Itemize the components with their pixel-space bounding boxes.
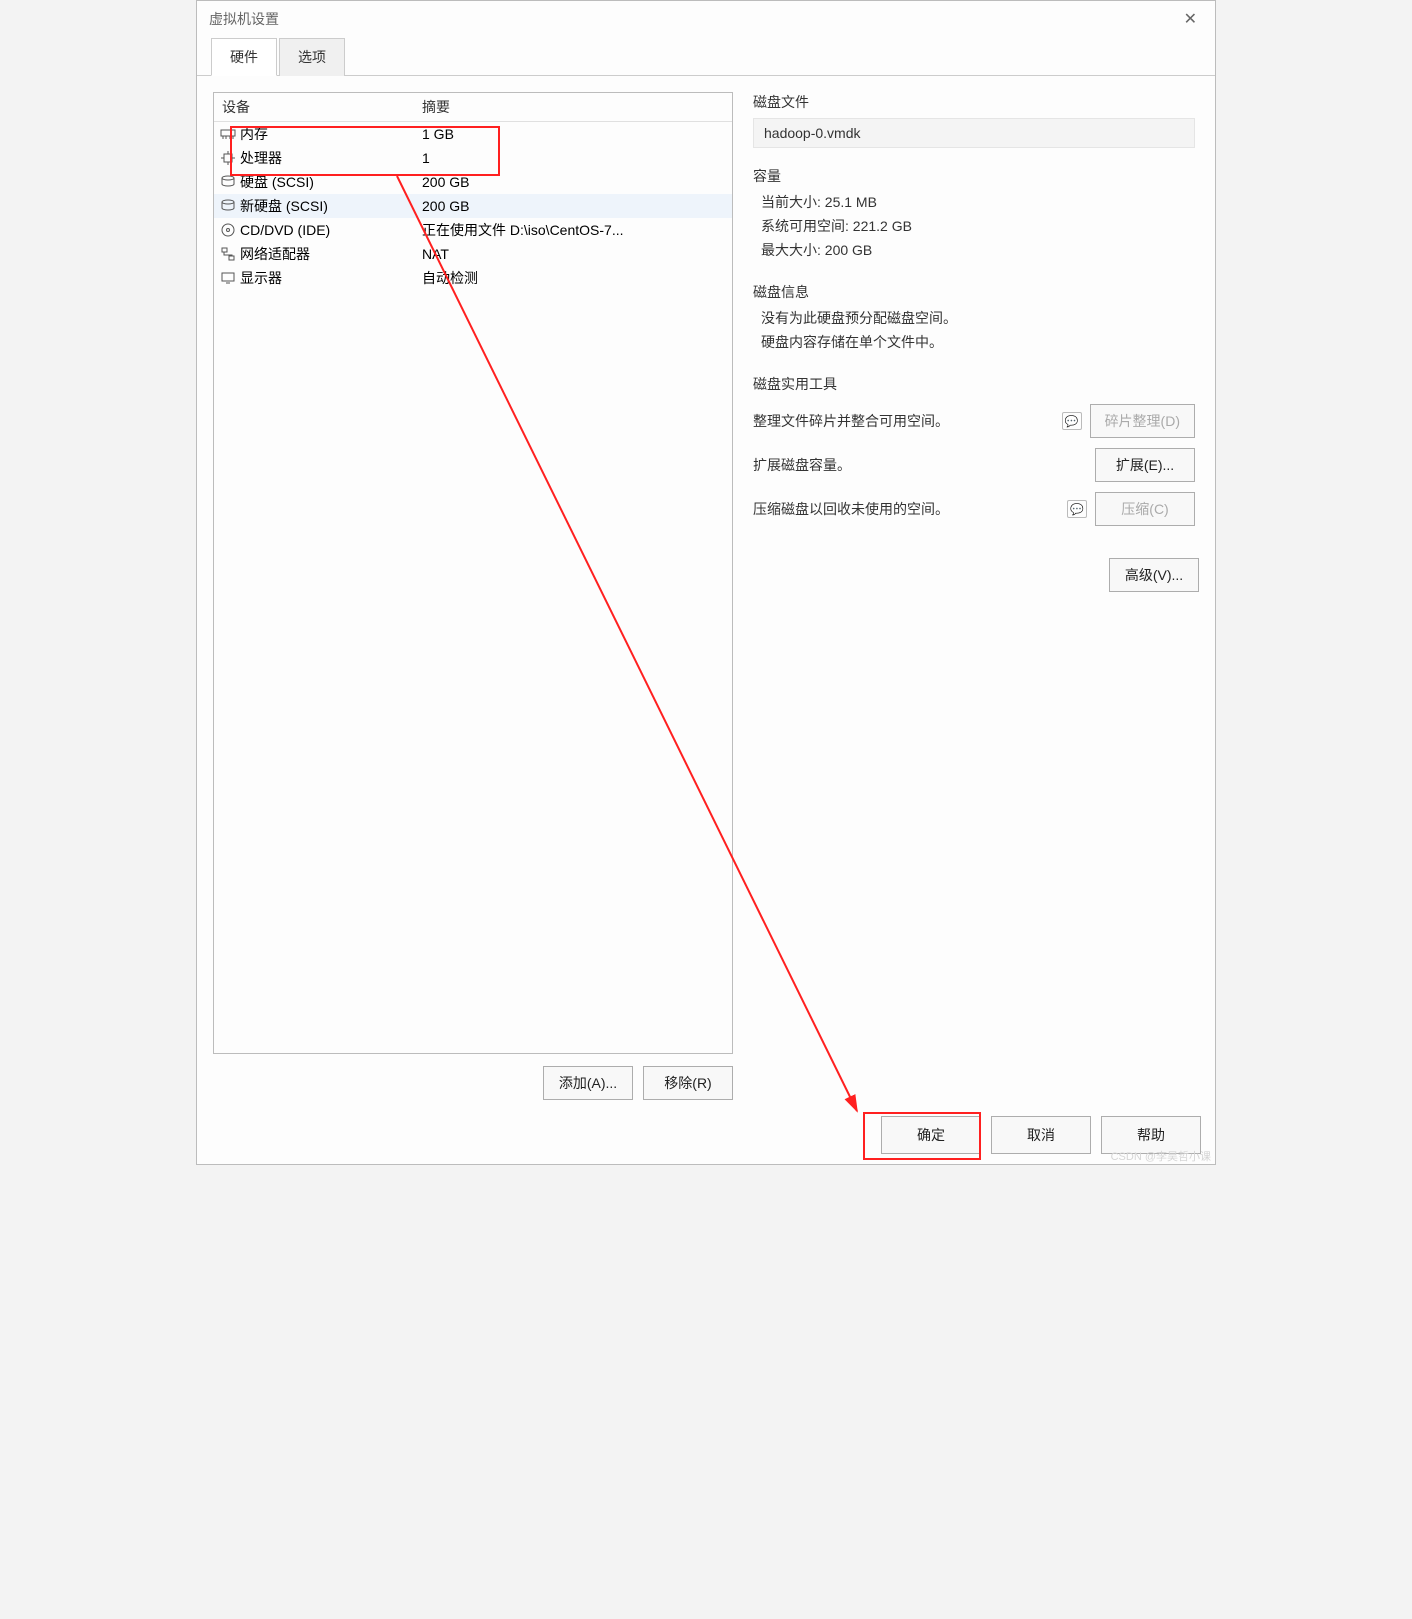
disk-file-group: 磁盘文件 hadoop-0.vmdk xyxy=(749,92,1199,154)
device-label: 内存 xyxy=(240,124,268,144)
display-icon xyxy=(220,270,236,286)
disk-icon xyxy=(220,174,236,190)
tip-icon[interactable]: 💬 xyxy=(1062,412,1082,430)
device-summary: 1 GB xyxy=(414,126,732,142)
cpu-icon xyxy=(220,150,236,166)
compact-row: 压缩磁盘以回收未使用的空间。 💬 压缩(C) xyxy=(753,492,1195,526)
device-summary: 1 xyxy=(414,150,732,166)
expand-row: 扩展磁盘容量。 扩展(E)... xyxy=(753,448,1195,482)
disk-info-label: 磁盘信息 xyxy=(753,282,1195,302)
device-label: 显示器 xyxy=(240,268,282,288)
device-row-cd-dvd[interactable]: CD/DVD (IDE) 正在使用文件 D:\iso\CentOS-7... xyxy=(214,218,732,242)
defrag-desc: 整理文件碎片并整合可用空间。 xyxy=(753,411,1054,431)
title-bar: 虚拟机设置 ✕ xyxy=(197,1,1215,37)
max-size: 最大大小: 200 GB xyxy=(761,240,1195,260)
left-panel: 设备 摘要 内存 1 GB xyxy=(213,92,733,1100)
network-icon xyxy=(220,246,236,262)
tip-icon[interactable]: 💬 xyxy=(1067,500,1087,518)
device-list-header: 设备 摘要 xyxy=(214,93,732,122)
device-row-display[interactable]: 显示器 自动检测 xyxy=(214,266,732,290)
disk-info-line1: 没有为此硬盘预分配磁盘空间。 xyxy=(761,308,1195,328)
disk-tools-label: 磁盘实用工具 xyxy=(753,374,1195,394)
device-label: 处理器 xyxy=(240,148,282,168)
expand-desc: 扩展磁盘容量。 xyxy=(753,455,1087,475)
header-summary: 摘要 xyxy=(414,93,732,121)
tab-options[interactable]: 选项 xyxy=(279,38,345,76)
content-area: 设备 摘要 内存 1 GB xyxy=(197,76,1215,1116)
compact-desc: 压缩磁盘以回收未使用的空间。 xyxy=(753,499,1059,519)
device-list: 设备 摘要 内存 1 GB xyxy=(213,92,733,1054)
device-row-disk-scsi[interactable]: 硬盘 (SCSI) 200 GB xyxy=(214,170,732,194)
capacity-label: 容量 xyxy=(753,166,1195,186)
add-button[interactable]: 添加(A)... xyxy=(543,1066,633,1100)
defrag-button: 碎片整理(D) xyxy=(1090,404,1195,438)
disk-file-label: 磁盘文件 xyxy=(753,92,1195,112)
device-row-cpu[interactable]: 处理器 1 xyxy=(214,146,732,170)
device-row-network[interactable]: 网络适配器 NAT xyxy=(214,242,732,266)
disk-tools-group: 磁盘实用工具 整理文件碎片并整合可用空间。 💬 碎片整理(D) 扩展磁盘容量。 … xyxy=(749,374,1199,542)
device-summary: 自动检测 xyxy=(414,268,732,288)
advanced-row: 高级(V)... xyxy=(749,558,1199,592)
device-label: 硬盘 (SCSI) xyxy=(240,172,314,192)
watermark: CSDN @李昊哲小课 xyxy=(1111,1148,1211,1164)
device-summary: NAT xyxy=(414,246,732,262)
ok-button[interactable]: 确定 xyxy=(881,1116,981,1154)
current-size: 当前大小: 25.1 MB xyxy=(761,192,1195,212)
device-label: CD/DVD (IDE) xyxy=(240,222,330,238)
vm-settings-window: 虚拟机设置 ✕ 硬件 选项 设备 摘要 内存 1 xyxy=(196,0,1216,1165)
advanced-button[interactable]: 高级(V)... xyxy=(1109,558,1199,592)
window-title: 虚拟机设置 xyxy=(209,9,1178,29)
right-panel: 磁盘文件 hadoop-0.vmdk 容量 当前大小: 25.1 MB 系统可用… xyxy=(749,92,1199,1100)
disk-file-field[interactable]: hadoop-0.vmdk xyxy=(753,118,1195,148)
left-buttons: 添加(A)... 移除(R) xyxy=(213,1054,733,1100)
device-label: 网络适配器 xyxy=(240,244,310,264)
cancel-button[interactable]: 取消 xyxy=(991,1116,1091,1154)
device-row-new-disk-scsi[interactable]: 新硬盘 (SCSI) 200 GB xyxy=(214,194,732,218)
disk-info-line2: 硬盘内容存储在单个文件中。 xyxy=(761,332,1195,352)
disk-icon xyxy=(220,198,236,214)
disk-info-group: 磁盘信息 没有为此硬盘预分配磁盘空间。 硬盘内容存储在单个文件中。 xyxy=(749,282,1199,362)
defrag-row: 整理文件碎片并整合可用空间。 💬 碎片整理(D) xyxy=(753,404,1195,438)
compact-button: 压缩(C) xyxy=(1095,492,1195,526)
tab-hardware[interactable]: 硬件 xyxy=(211,38,277,76)
device-label: 新硬盘 (SCSI) xyxy=(240,196,328,216)
header-device: 设备 xyxy=(214,93,414,121)
device-row-memory[interactable]: 内存 1 GB xyxy=(214,122,732,146)
tab-bar: 硬件 选项 xyxy=(197,37,1215,76)
device-summary: 正在使用文件 D:\iso\CentOS-7... xyxy=(414,220,732,240)
capacity-group: 容量 当前大小: 25.1 MB 系统可用空间: 221.2 GB 最大大小: … xyxy=(749,166,1199,270)
device-summary: 200 GB xyxy=(414,198,732,214)
device-summary: 200 GB xyxy=(414,174,732,190)
close-icon[interactable]: ✕ xyxy=(1178,5,1203,33)
free-space: 系统可用空间: 221.2 GB xyxy=(761,216,1195,236)
remove-button[interactable]: 移除(R) xyxy=(643,1066,733,1100)
cd-icon xyxy=(220,222,236,238)
expand-button[interactable]: 扩展(E)... xyxy=(1095,448,1195,482)
memory-icon xyxy=(220,126,236,142)
